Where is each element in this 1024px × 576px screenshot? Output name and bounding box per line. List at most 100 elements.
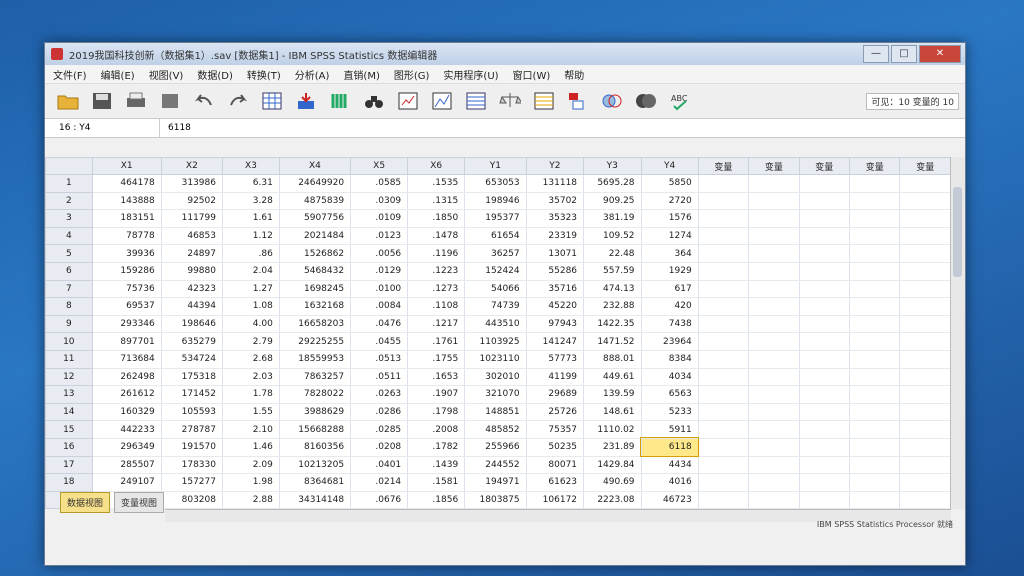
data-cell[interactable]: 5695.28 xyxy=(583,174,642,193)
data-cell[interactable]: 8384 xyxy=(641,350,699,369)
data-cell[interactable]: 131118 xyxy=(526,174,585,193)
menu-transform[interactable]: 转换(T) xyxy=(247,67,281,82)
data-cell[interactable]: 490.69 xyxy=(583,473,642,492)
column-header[interactable]: 变量 xyxy=(748,157,800,175)
data-cell[interactable]: 278787 xyxy=(161,420,223,439)
data-cell[interactable]: 1110.02 xyxy=(583,420,642,439)
data-cell[interactable]: 36257 xyxy=(464,244,527,263)
data-cell[interactable]: .1108 xyxy=(407,297,466,316)
column-header[interactable]: Y2 xyxy=(525,157,585,175)
menu-edit[interactable]: 编辑(E) xyxy=(101,67,135,82)
data-cell[interactable]: 1471.52 xyxy=(583,332,642,351)
data-cell[interactable] xyxy=(849,403,901,422)
data-cell[interactable]: 159286 xyxy=(92,262,162,281)
data-cell[interactable] xyxy=(698,403,750,422)
data-cell[interactable]: 464178 xyxy=(92,174,162,193)
data-cell[interactable] xyxy=(899,244,951,263)
data-cell[interactable]: 75357 xyxy=(526,420,585,439)
data-cell[interactable] xyxy=(849,315,901,334)
data-cell[interactable]: 1.78 xyxy=(222,385,280,404)
data-cell[interactable]: 1632168 xyxy=(279,297,352,316)
data-cell[interactable] xyxy=(849,297,901,316)
data-cell[interactable]: 1.08 xyxy=(222,297,280,316)
data-cell[interactable] xyxy=(748,385,800,404)
use-sets-icon[interactable] xyxy=(599,89,625,113)
data-cell[interactable] xyxy=(799,385,851,404)
data-cell[interactable]: 157277 xyxy=(161,473,223,492)
data-cell[interactable] xyxy=(899,209,951,228)
split-file-icon[interactable] xyxy=(463,89,489,113)
data-cell[interactable]: 5850 xyxy=(641,174,699,193)
data-cell[interactable]: 23964 xyxy=(641,332,699,351)
data-cell[interactable] xyxy=(899,297,951,316)
data-cell[interactable] xyxy=(799,244,851,263)
data-cell[interactable] xyxy=(799,403,851,422)
data-cell[interactable]: 141247 xyxy=(526,332,585,351)
data-cell[interactable]: 8160356 xyxy=(279,438,352,457)
data-cell[interactable]: .0585 xyxy=(350,174,409,193)
row-number[interactable]: 8 xyxy=(45,297,93,316)
data-cell[interactable]: 909.25 xyxy=(583,192,642,211)
data-cell[interactable]: 7863257 xyxy=(279,368,352,387)
data-cell[interactable]: 5911 xyxy=(641,420,699,439)
menu-help[interactable]: 帮助 xyxy=(564,67,584,82)
data-cell[interactable]: 45220 xyxy=(526,297,585,316)
data-cell[interactable]: 255966 xyxy=(464,438,527,457)
data-cell[interactable]: 152424 xyxy=(464,262,527,281)
data-cell[interactable]: 29225255 xyxy=(279,332,352,351)
data-cell[interactable] xyxy=(748,420,800,439)
data-cell[interactable]: 474.13 xyxy=(583,280,642,299)
data-cell[interactable] xyxy=(748,227,800,246)
data-cell[interactable] xyxy=(899,350,951,369)
data-cell[interactable] xyxy=(698,280,750,299)
data-cell[interactable]: 92502 xyxy=(161,192,223,211)
data-cell[interactable]: 4.00 xyxy=(222,315,280,334)
data-cell[interactable] xyxy=(799,280,851,299)
data-cell[interactable]: .0286 xyxy=(350,403,409,422)
data-cell[interactable]: .1196 xyxy=(407,244,466,263)
menu-window[interactable]: 窗口(W) xyxy=(513,67,551,82)
minimize-button[interactable]: — xyxy=(863,45,889,63)
show-all-variables-icon[interactable] xyxy=(633,89,659,113)
data-cell[interactable]: 2.09 xyxy=(222,456,280,475)
data-cell[interactable]: 261612 xyxy=(92,385,162,404)
data-cell[interactable] xyxy=(849,280,901,299)
data-cell[interactable] xyxy=(698,473,750,492)
data-cell[interactable] xyxy=(748,332,800,351)
data-cell[interactable]: 420 xyxy=(641,297,699,316)
insert-cases-icon[interactable] xyxy=(395,89,421,113)
maximize-button[interactable]: □ xyxy=(891,45,917,63)
variables-icon[interactable] xyxy=(327,89,353,113)
data-cell[interactable]: 1576 xyxy=(641,209,699,228)
data-cell[interactable]: 2021484 xyxy=(279,227,352,246)
data-cell[interactable]: .0129 xyxy=(350,262,409,281)
data-cell[interactable]: 15668288 xyxy=(279,420,352,439)
data-cell[interactable] xyxy=(748,438,800,457)
data-cell[interactable]: 171452 xyxy=(161,385,223,404)
data-cell[interactable]: 6563 xyxy=(641,385,699,404)
data-cell[interactable]: 635279 xyxy=(161,332,223,351)
data-cell[interactable]: 321070 xyxy=(464,385,527,404)
data-cell[interactable]: 105593 xyxy=(161,403,223,422)
data-cell[interactable] xyxy=(748,244,800,263)
data-cell[interactable] xyxy=(748,403,800,422)
data-cell[interactable]: 35323 xyxy=(526,209,585,228)
row-number[interactable]: 1 xyxy=(45,174,93,193)
data-cell[interactable]: 195377 xyxy=(464,209,527,228)
data-cell[interactable]: 13071 xyxy=(526,244,585,263)
data-cell[interactable]: 302010 xyxy=(464,368,527,387)
data-cell[interactable]: 244552 xyxy=(464,456,527,475)
data-cell[interactable] xyxy=(849,438,901,457)
data-cell[interactable]: 4034 xyxy=(641,368,699,387)
data-cell[interactable] xyxy=(899,385,951,404)
data-cell[interactable]: 29689 xyxy=(526,385,585,404)
close-button[interactable]: ✕ xyxy=(919,45,961,63)
undo-icon[interactable] xyxy=(191,89,217,113)
data-cell[interactable]: 139.59 xyxy=(583,385,642,404)
data-cell[interactable] xyxy=(899,262,951,281)
row-number[interactable]: 16 xyxy=(45,437,93,457)
data-cell[interactable]: 1929 xyxy=(641,262,699,281)
data-cell[interactable]: .1535 xyxy=(407,174,466,193)
data-cell[interactable]: 6118 xyxy=(640,437,700,457)
row-number[interactable]: 7 xyxy=(45,279,93,299)
